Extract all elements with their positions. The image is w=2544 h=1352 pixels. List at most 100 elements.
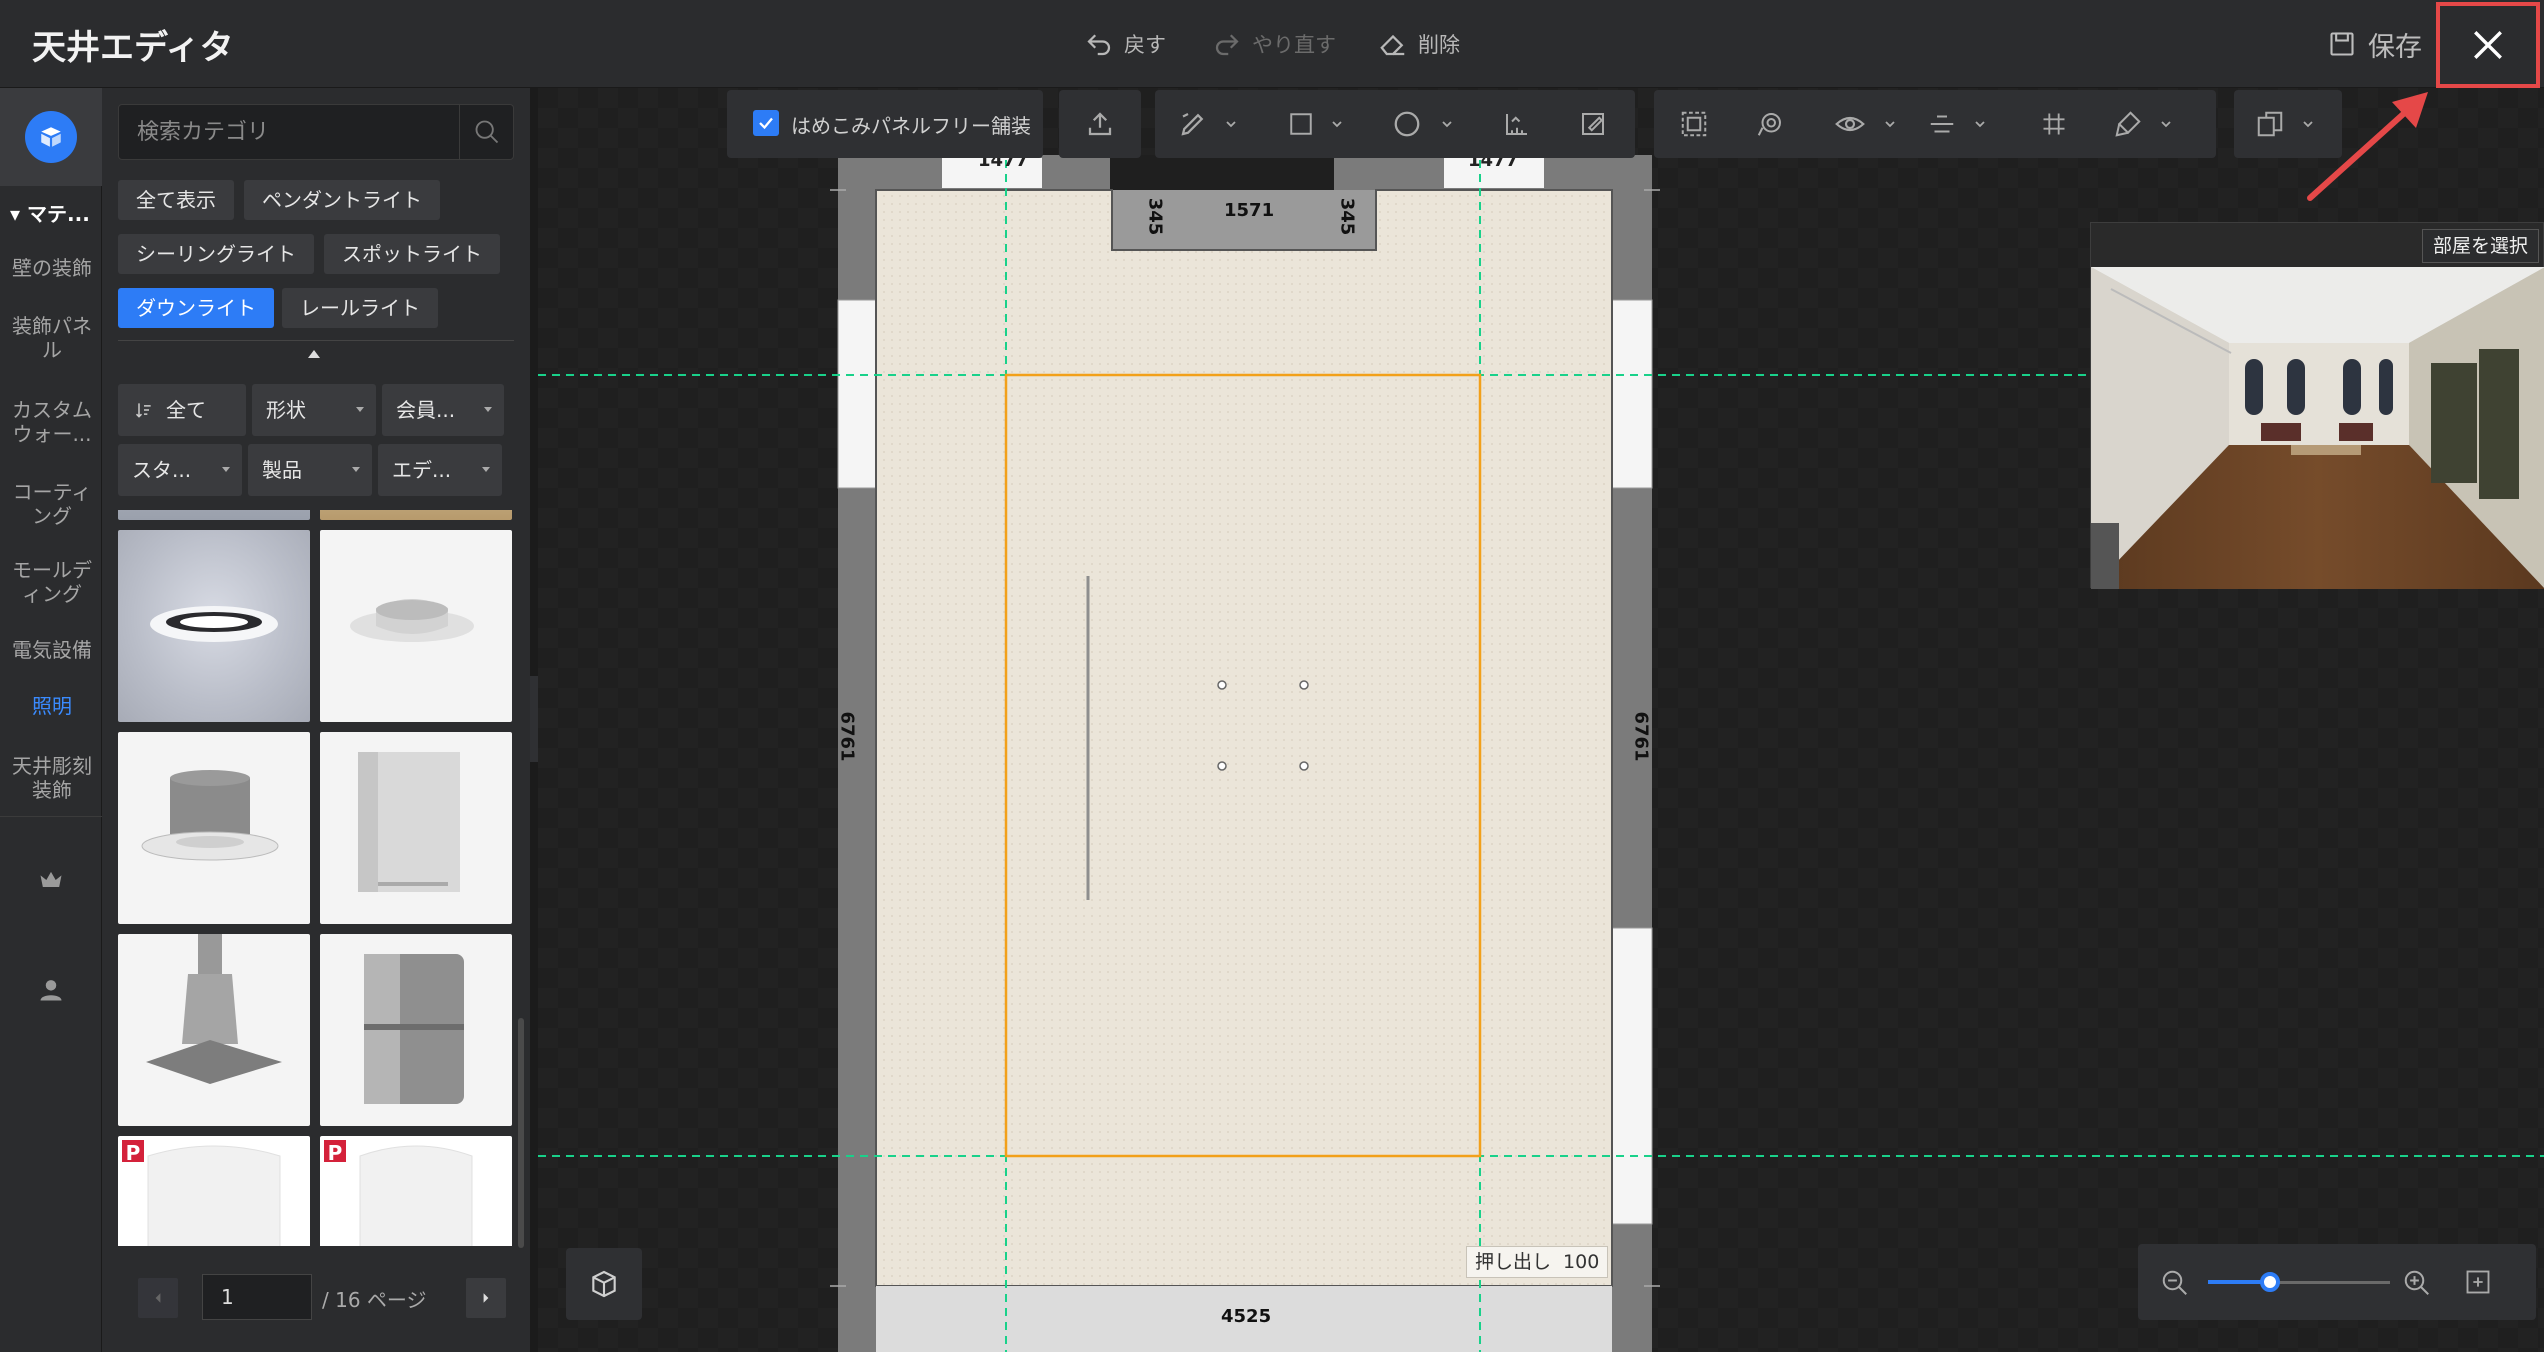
rail-item-decor-panel[interactable]: 装飾パネル xyxy=(6,314,98,362)
product-card[interactable]: P xyxy=(320,1136,512,1246)
rail-item-wall-decor[interactable]: 壁の装飾 xyxy=(6,256,98,280)
search-input[interactable] xyxy=(119,105,459,159)
product-card[interactable] xyxy=(320,530,512,722)
product-card[interactable] xyxy=(320,510,512,520)
save-button[interactable]: 保存 xyxy=(2328,24,2422,64)
close-button[interactable] xyxy=(2436,2,2540,88)
filter-sort-label: 全て xyxy=(166,398,206,422)
annotation-arrow xyxy=(2307,92,2428,201)
rail-item-lighting[interactable]: 照明 xyxy=(6,694,98,718)
zoom-control xyxy=(2138,1244,2536,1320)
crown-icon[interactable] xyxy=(31,860,71,900)
zoom-slider-handle[interactable] xyxy=(2260,1272,2280,1292)
prev-page-button[interactable] xyxy=(138,1278,178,1318)
pen-draw-icon[interactable] xyxy=(1175,106,1211,142)
filter-style[interactable]: スタ... xyxy=(118,444,242,496)
dim-notch-left: 345 xyxy=(1144,197,1166,236)
chevron-down-icon[interactable] xyxy=(1974,118,1986,130)
chip-rail-light[interactable]: レールライト xyxy=(282,288,438,328)
chevron-down-icon xyxy=(482,467,490,472)
search-icon[interactable] xyxy=(459,105,513,159)
circle-icon[interactable] xyxy=(1389,106,1425,142)
undo-label: 戻す xyxy=(1124,33,1166,57)
edit-area-icon[interactable] xyxy=(1575,106,1611,142)
next-page-button[interactable] xyxy=(466,1278,506,1318)
filter-member[interactable]: 会員... xyxy=(382,384,504,436)
rail-materials-tab[interactable] xyxy=(0,88,102,186)
extrude-label: 押し出し xyxy=(1475,1251,1552,1273)
product-card[interactable] xyxy=(118,510,310,520)
product-scrollbar[interactable] xyxy=(518,1018,524,1248)
zoom-out-icon[interactable] xyxy=(2160,1268,2190,1298)
measure-icon[interactable] xyxy=(1499,106,1535,142)
downlight-thumbnail xyxy=(350,599,474,642)
chip-ceiling-light[interactable]: シーリングライト xyxy=(118,234,314,274)
panel-divider xyxy=(118,340,514,341)
chip-pendant-light[interactable]: ペンダントライト xyxy=(244,180,440,220)
delete-button[interactable]: 削除 xyxy=(1378,24,1460,64)
filter-shape[interactable]: 形状 xyxy=(252,384,376,436)
rail-item-custom-wall[interactable]: カスタムウォー... xyxy=(6,398,98,446)
downlight-thumbnail xyxy=(141,770,279,861)
product-card[interactable] xyxy=(118,732,310,924)
filter-edition[interactable]: エデ... xyxy=(378,444,502,496)
rail-item-coating[interactable]: コーティング xyxy=(6,480,98,528)
chevron-down-icon xyxy=(356,407,364,412)
chevron-down-icon[interactable] xyxy=(1225,118,1237,130)
room-3d-preview[interactable]: 部屋を選択 xyxy=(2090,222,2544,589)
premium-badge: P xyxy=(322,1138,348,1165)
product-card[interactable]: P xyxy=(118,1136,310,1246)
product-card[interactable] xyxy=(118,530,310,722)
dim-notch-width: 1571 xyxy=(1224,200,1275,221)
chip-downlight[interactable]: ダウンライト xyxy=(118,288,274,328)
undo-button[interactable]: 戻す xyxy=(1084,24,1166,64)
product-card[interactable] xyxy=(320,732,512,924)
delete-label: 削除 xyxy=(1418,33,1460,57)
upload-icon[interactable] xyxy=(1082,106,1118,142)
rail-group-materials[interactable]: ▾ マテ... xyxy=(10,202,102,226)
ceiling-surface xyxy=(875,189,1613,1287)
copy-icon[interactable] xyxy=(2252,106,2288,142)
user-icon[interactable] xyxy=(31,970,71,1010)
chip-spotlight[interactable]: スポットライト xyxy=(324,234,500,274)
lasso-icon[interactable] xyxy=(1752,106,1788,142)
category-panel: 全て表示 ペンダントライト シーリングライト スポットライト ダウンライト レー… xyxy=(102,88,530,1352)
filter-sort-all[interactable]: 全て xyxy=(118,384,246,436)
grid-icon[interactable] xyxy=(2036,106,2072,142)
collapse-up-icon[interactable] xyxy=(308,350,320,358)
chevron-down-icon[interactable] xyxy=(1441,118,1453,130)
undo-icon xyxy=(1087,34,1111,56)
filter-edition-label: エデ... xyxy=(392,458,452,482)
rail-item-ceiling-carving[interactable]: 天井彫刻装飾 xyxy=(6,754,98,802)
chevron-down-icon[interactable] xyxy=(1884,118,1896,130)
zoom-in-icon[interactable] xyxy=(2402,1268,2432,1298)
fit-view-icon[interactable] xyxy=(2464,1268,2492,1296)
page-number-input[interactable] xyxy=(202,1274,312,1320)
window-right-top xyxy=(1611,299,1653,489)
dim-notch-right: 345 xyxy=(1336,197,1358,236)
filter-product[interactable]: 製品 xyxy=(248,444,372,496)
select-room-button[interactable]: 部屋を選択 xyxy=(2421,229,2539,263)
redo-icon xyxy=(1215,34,1239,56)
chevron-down-icon[interactable] xyxy=(1331,118,1343,130)
select-area-icon[interactable] xyxy=(1676,106,1712,142)
redo-button[interactable]: やり直す xyxy=(1212,24,1336,64)
product-card[interactable] xyxy=(320,934,512,1126)
eye-icon[interactable] xyxy=(1832,106,1868,142)
downlight-thumbnail xyxy=(146,934,282,1084)
rail-item-electrical[interactable]: 電気設備 xyxy=(6,638,98,662)
paint-brush-icon[interactable] xyxy=(2110,106,2146,142)
chip-show-all[interactable]: 全て表示 xyxy=(118,180,234,220)
extrude-tag[interactable]: 押し出し 100 xyxy=(1466,1246,1609,1278)
rectangle-icon[interactable] xyxy=(1283,106,1319,142)
view-3d-button[interactable] xyxy=(566,1248,642,1320)
free-paving-checkbox[interactable] xyxy=(753,110,779,136)
free-paving-label: はめこみパネルフリー舗装 xyxy=(791,114,1031,138)
align-icon[interactable] xyxy=(1924,106,1960,142)
rail-item-molding[interactable]: モールディング xyxy=(6,558,98,606)
chevron-down-icon[interactable] xyxy=(2160,118,2172,130)
dim-left-height: 6761 xyxy=(836,711,858,762)
redo-label: やり直す xyxy=(1252,33,1336,57)
product-card[interactable] xyxy=(118,934,310,1126)
save-icon xyxy=(2330,32,2354,56)
